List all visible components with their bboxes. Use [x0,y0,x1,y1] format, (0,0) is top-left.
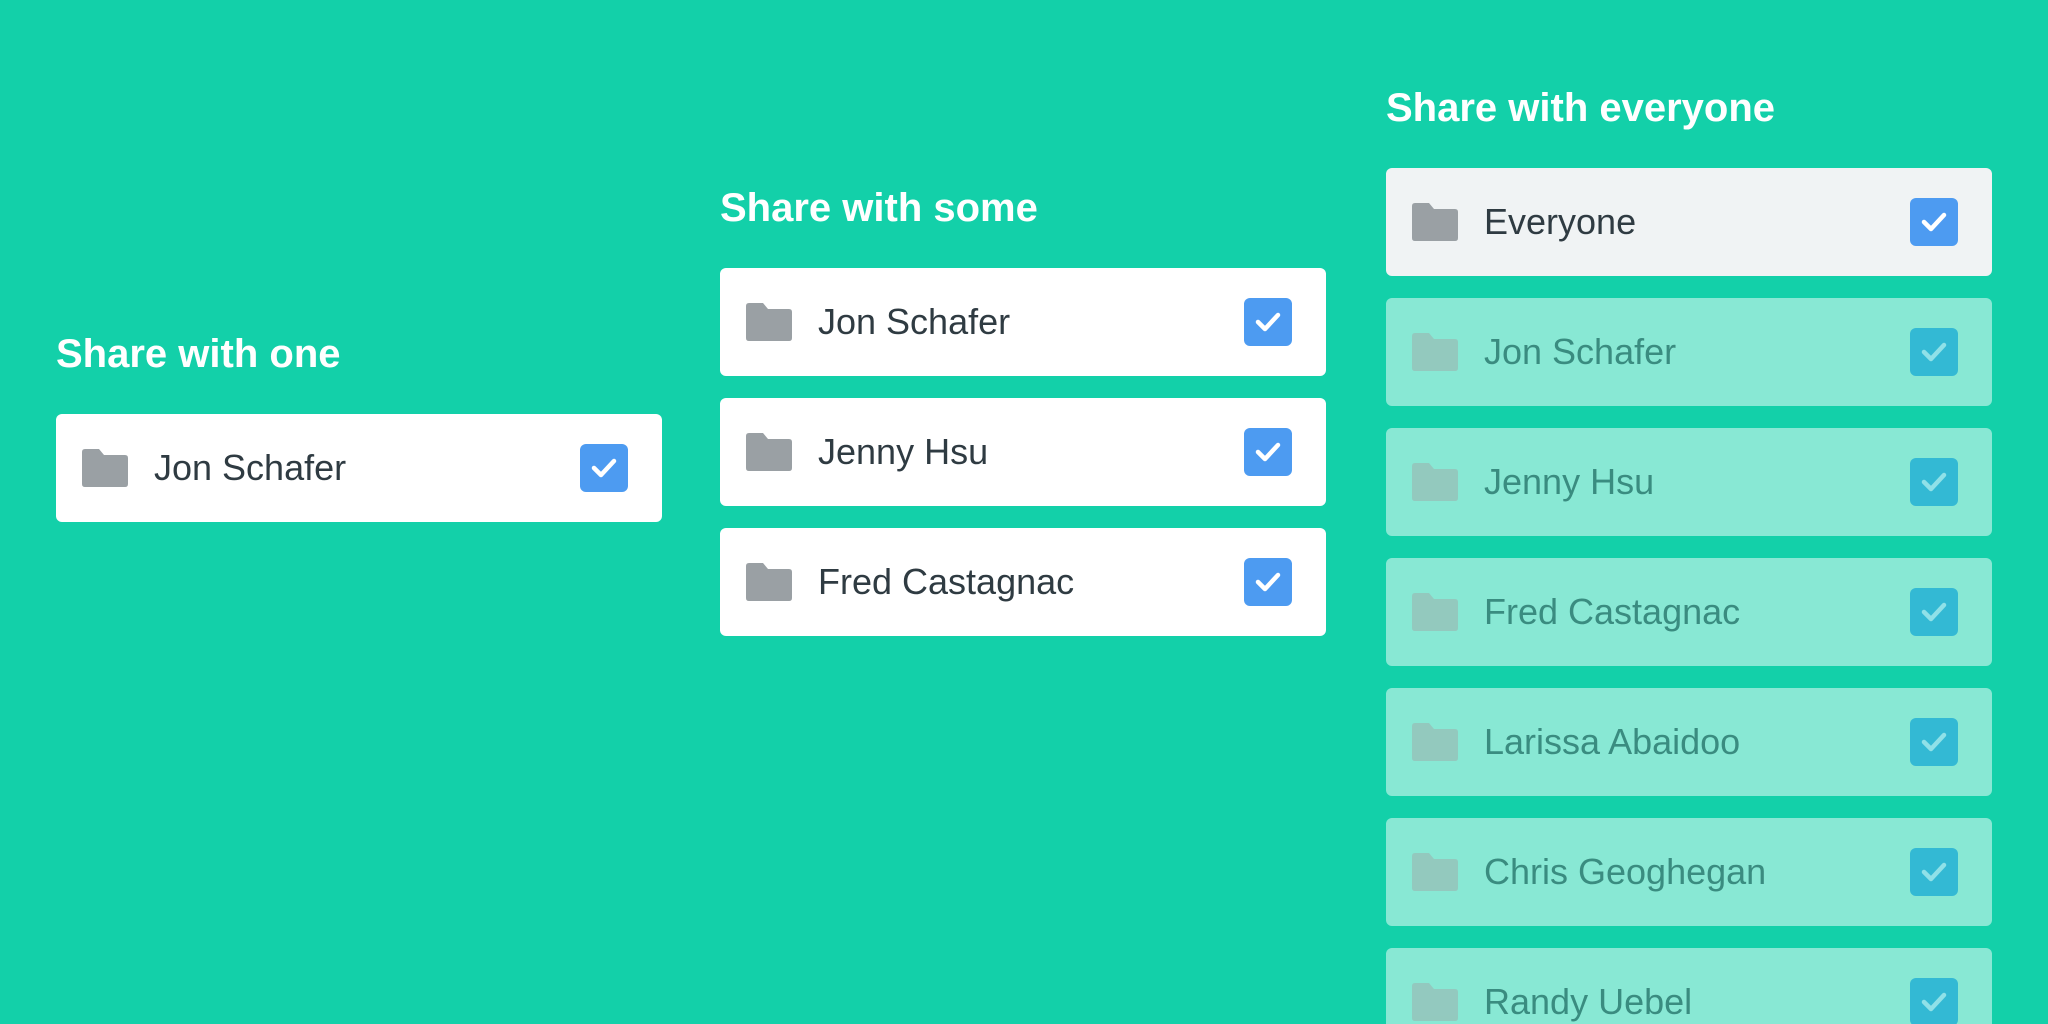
share-row-fred-castagnac: Fred Castagnac [1386,558,1992,666]
share-row-jon-schafer[interactable]: Jon Schafer [56,414,662,522]
checkbox-checked[interactable] [1244,428,1292,476]
checkmark-icon [1255,312,1281,332]
share-row-label: Jon Schafer [818,301,1011,342]
share-row-label: Randy Uebel [1484,981,1693,1022]
share-row-label: Jenny Hsu [1484,461,1655,502]
checkbox-checked[interactable] [580,444,628,492]
checkmark-icon [1921,602,1947,622]
folder-icon [1410,462,1460,502]
checkmark-icon [1921,992,1947,1012]
folder-icon [1410,202,1460,242]
share-row-larissa-abaidoo: Larissa Abaidoo [1386,688,1992,796]
group-title-some: Share with some [720,186,1038,230]
folder-icon [1410,332,1460,372]
checkbox-checked[interactable] [1244,558,1292,606]
checkbox-checked-disabled [1910,328,1958,376]
share-row-jon-schafer[interactable]: Jon Schafer [720,268,1326,376]
share-row-label: Larissa Abaidoo [1484,721,1741,762]
share-row-chris-geoghegan: Chris Geoghegan [1386,818,1992,926]
checkbox-checked[interactable] [1244,298,1292,346]
share-row-jon-schafer: Jon Schafer [1386,298,1992,406]
checkbox-checked-disabled [1910,978,1958,1024]
share-row-fred-castagnac[interactable]: Fred Castagnac [720,528,1326,636]
share-row-label: Fred Castagnac [1484,591,1741,632]
folder-icon [80,448,130,488]
folder-icon [1410,592,1460,632]
folder-icon [744,562,794,602]
checkbox-checked-disabled [1910,718,1958,766]
share-row-label: Chris Geoghegan [1484,851,1767,892]
share-row-label: Jenny Hsu [818,431,989,472]
checkmark-icon [1921,212,1947,232]
checkmark-icon [1255,442,1281,462]
checkmark-icon [1921,862,1947,882]
checkbox-checked-disabled [1910,588,1958,636]
checkmark-icon [1255,572,1281,592]
folder-icon [1410,982,1460,1022]
checkbox-checked-disabled [1910,458,1958,506]
checkbox-checked-disabled [1910,848,1958,896]
checkmark-icon [1921,732,1947,752]
share-row-randy-uebel: Randy Uebel [1386,948,1992,1024]
share-row-label: Jon Schafer [1484,331,1677,372]
folder-icon [744,302,794,342]
share-row-jenny-hsu: Jenny Hsu [1386,428,1992,536]
share-row-label: Everyone [1484,201,1637,242]
folder-icon [744,432,794,472]
group-title-one: Share with one [56,332,341,376]
share-row-label: Fred Castagnac [818,561,1075,602]
folder-icon [1410,852,1460,892]
share-row-jenny-hsu[interactable]: Jenny Hsu [720,398,1326,506]
share-row-label: Jon Schafer [154,447,347,488]
share-row-everyone[interactable]: Everyone [1386,168,1992,276]
group-title-everyone: Share with everyone [1386,86,1776,130]
checkmark-icon [591,458,617,478]
folder-icon [1410,722,1460,762]
checkmark-icon [1921,342,1947,362]
checkbox-checked[interactable] [1910,198,1958,246]
checkmark-icon [1921,472,1947,492]
